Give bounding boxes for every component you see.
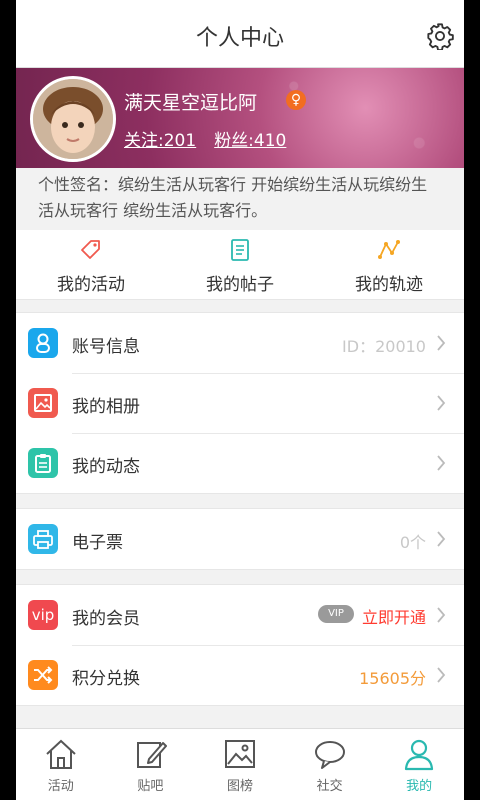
nav-mine-label: 我的: [406, 779, 433, 794]
quick-tabs: 我的活动 我的帖子 我的轨迹: [16, 230, 464, 300]
female-icon: ♀: [286, 90, 306, 110]
chevron-right-icon: [437, 335, 446, 351]
nav-social-label: 社交: [316, 779, 343, 794]
avatar-image: [33, 79, 113, 159]
top-bar: 个人中心: [16, 0, 464, 68]
photo-icon: [28, 388, 58, 418]
chat-icon: [314, 741, 345, 769]
chevron-right-icon: [437, 531, 446, 547]
menu-group-account: 账号信息 ID：20010 我的相册 我的动态: [16, 312, 464, 494]
account-id: ID：20010: [342, 337, 426, 356]
tag-icon: [81, 240, 100, 259]
my-posts-tab[interactable]: 我的帖子: [165, 230, 315, 300]
bottom-nav: 活动 贴吧 图榜 社交 我的: [16, 728, 464, 800]
my-activities-label: 我的活动: [57, 275, 125, 295]
clipboard-icon: [28, 448, 58, 478]
nav-mine[interactable]: 我的: [374, 729, 464, 800]
nav-forum-label: 贴吧: [137, 779, 164, 794]
username: 满天星空逗比阿: [124, 92, 258, 114]
nav-gallery[interactable]: 图榜: [195, 729, 285, 800]
my-membership-row[interactable]: vip 我的会员 VIP 立即开通: [16, 585, 464, 645]
ticket-count: 0个: [399, 533, 426, 552]
activate-now-link[interactable]: 立即开通: [362, 604, 426, 628]
gear-icon[interactable]: [426, 22, 454, 50]
profile-banner: 满天星空逗比阿 ♀ 关注:201 粉丝:410: [16, 68, 464, 168]
chevron-right-icon: [437, 607, 446, 623]
nav-activities-label: 活动: [47, 779, 74, 794]
my-album-label: 我的相册: [72, 397, 140, 417]
chevron-right-icon: [437, 395, 446, 411]
document-icon: [231, 239, 249, 261]
screen: 个人中心 满天星空逗比阿 ♀ 关注:201 粉丝:410 个性签名：缤纷生活从玩客…: [16, 0, 464, 800]
account-info-label: 账号信息: [72, 337, 140, 357]
followers-link[interactable]: 粉丝:410: [214, 131, 286, 151]
e-ticket-label: 电子票: [72, 533, 123, 553]
nav-social[interactable]: 社交: [285, 729, 375, 800]
edit-icon: [136, 742, 167, 768]
avatar[interactable]: [30, 76, 116, 162]
vip-badge: VIP: [318, 605, 354, 623]
nav-gallery-label: 图榜: [226, 779, 253, 794]
trajectory-icon: [378, 240, 400, 259]
vip-icon: vip: [28, 600, 58, 630]
nav-activities[interactable]: 活动: [16, 729, 106, 800]
e-ticket-row[interactable]: 电子票 0个: [16, 509, 464, 569]
points-value: 15605分: [359, 669, 426, 688]
account-info-row[interactable]: 账号信息 ID：20010: [16, 313, 464, 373]
my-trajectory-label: 我的轨迹: [355, 275, 423, 295]
my-activities-tab[interactable]: 我的活动: [16, 230, 166, 300]
page-title: 个人中心: [195, 26, 284, 51]
menu-group-vip: vip 我的会员 VIP 立即开通 积分兑换 15605分: [16, 584, 464, 706]
chevron-right-icon: [437, 455, 446, 471]
nav-forum[interactable]: 贴吧: [106, 729, 196, 800]
my-album-row[interactable]: 我的相册: [16, 373, 464, 433]
shuffle-icon: [28, 660, 58, 690]
points-exchange-row[interactable]: 积分兑换 15605分: [16, 645, 464, 705]
user-icon: [28, 328, 58, 358]
signature: 个性签名：缤纷生活从玩客行 开始缤纷生活从玩缤纷生活从玩客行 缤纷生活从玩客行。: [16, 168, 464, 230]
printer-icon: [28, 524, 58, 554]
my-membership-label: 我的会员: [72, 609, 140, 629]
menu-group-ticket: 电子票 0个: [16, 508, 464, 570]
my-moments-row[interactable]: 我的动态: [16, 433, 464, 493]
chevron-right-icon: [437, 667, 446, 683]
profile-stats: 关注:201 粉丝:410: [124, 126, 304, 151]
my-posts-label: 我的帖子: [206, 275, 274, 295]
home-icon: [46, 739, 76, 769]
image-icon: [225, 740, 256, 768]
points-exchange-label: 积分兑换: [72, 669, 140, 689]
my-trajectory-tab[interactable]: 我的轨迹: [314, 230, 464, 300]
my-moments-label: 我的动态: [72, 457, 140, 477]
person-icon: [405, 739, 434, 771]
following-link[interactable]: 关注:201: [124, 131, 196, 151]
